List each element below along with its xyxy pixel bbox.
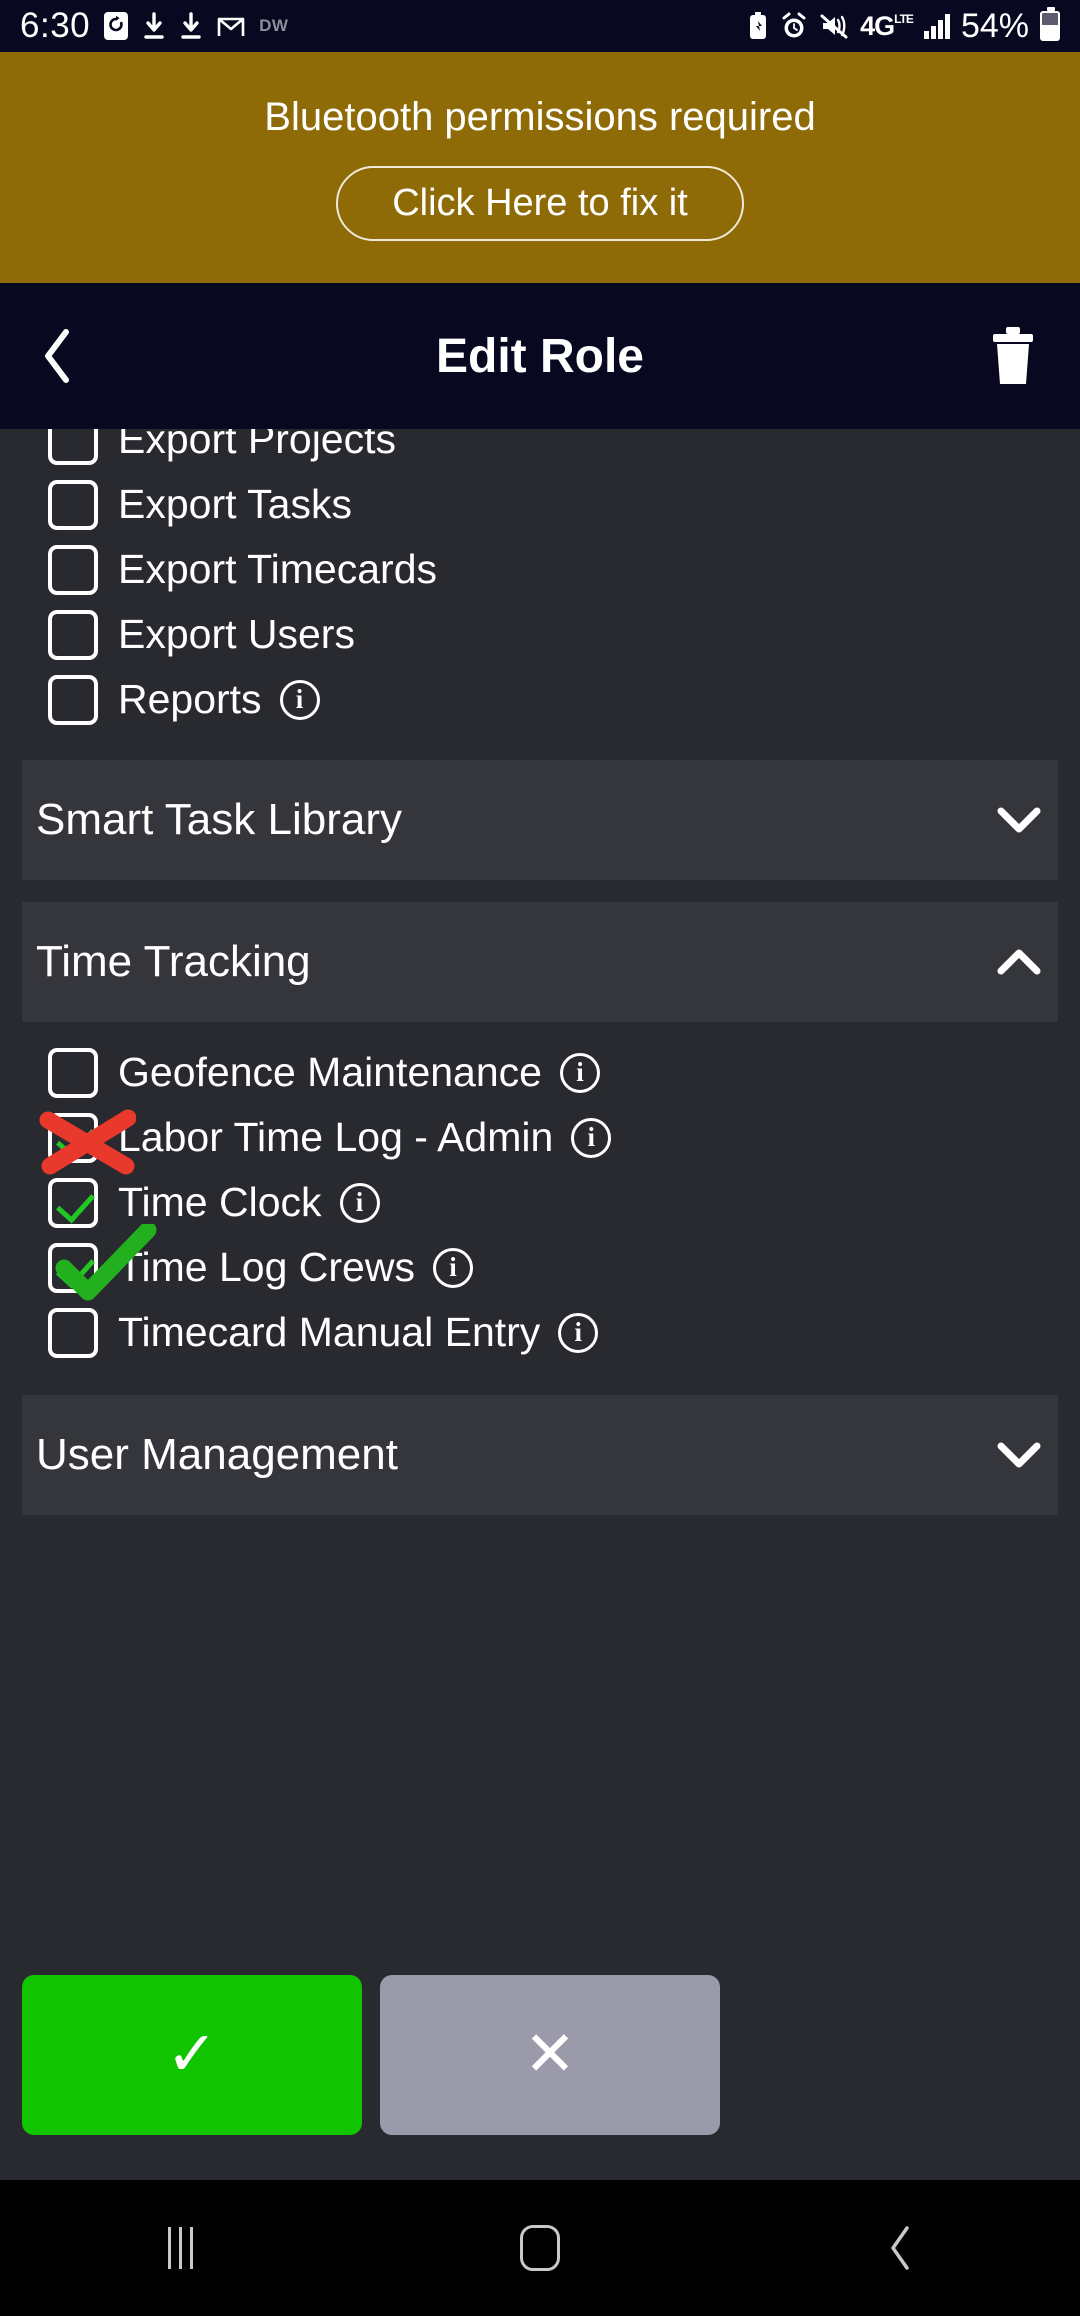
permission-label: Labor Time Log - Admin — [118, 1114, 554, 1160]
permission-label: Reports — [118, 676, 262, 722]
back-icon[interactable] — [800, 2180, 1000, 2316]
section-title: Time Tracking — [36, 937, 311, 986]
checkbox-timecard-manual-entry[interactable] — [48, 1307, 98, 1358]
info-icon[interactable]: i — [558, 1312, 599, 1353]
permission-label: Export Projects — [118, 429, 396, 462]
vibrate-mute-icon — [819, 12, 849, 40]
section-title: Smart Task Library — [36, 795, 402, 844]
download-arrow-icon — [142, 11, 166, 41]
status-bar: 6:30 DW 4G LTE 54% — [0, 0, 1080, 52]
info-icon[interactable]: i — [432, 1247, 473, 1288]
checkbox-reports[interactable] — [48, 674, 98, 725]
permission-row-time-log-crews[interactable]: Time Log Crews i — [0, 1235, 1080, 1300]
permission-label: Geofence Maintenance — [118, 1049, 542, 1095]
save-button[interactable]: ✓ — [22, 1975, 362, 2135]
permission-label: Export Users — [118, 611, 355, 657]
permission-label: Timecard Manual Entry — [118, 1309, 541, 1355]
back-chevron-icon[interactable] — [40, 328, 74, 384]
chevron-down-icon[interactable] — [996, 797, 1042, 843]
permission-row-export-tasks[interactable]: Export Tasks — [0, 472, 1080, 537]
checkbox-export-users[interactable] — [48, 609, 98, 660]
dw-badge-icon: DW — [259, 16, 289, 35]
permission-row-timecard-manual-entry[interactable]: Timecard Manual Entry i — [0, 1300, 1080, 1365]
permission-row-export-projects[interactable]: Export Projects — [0, 429, 1080, 472]
download-arrow-icon — [179, 11, 203, 41]
page-title: Edit Role — [435, 329, 644, 383]
status-bar-left: 6:30 DW — [20, 6, 288, 46]
permission-row-export-users[interactable]: Export Users — [0, 602, 1080, 667]
checkbox-geofence-maintenance[interactable] — [48, 1047, 98, 1098]
check-icon: ✓ — [166, 2020, 218, 2089]
alarm-icon — [780, 12, 808, 40]
checkbox-labor-time-log-admin[interactable] — [48, 1112, 98, 1163]
close-icon: ✕ — [524, 2020, 576, 2089]
info-icon[interactable]: i — [279, 679, 320, 720]
android-nav-bar — [0, 2180, 1080, 2316]
status-bar-clock: 6:30 — [20, 6, 91, 45]
home-icon[interactable] — [440, 2180, 640, 2316]
battery-saver-icon — [747, 11, 769, 41]
permission-label: Export Tasks — [118, 481, 352, 527]
chevron-down-icon[interactable] — [996, 1432, 1042, 1478]
permission-row-labor-time-log-admin[interactable]: Labor Time Log - Admin i — [0, 1105, 1080, 1170]
info-icon[interactable]: i — [559, 1052, 600, 1093]
recents-icon[interactable] — [80, 2180, 280, 2316]
status-bar-right: 4G LTE 54% — [747, 7, 1060, 46]
battery-icon — [1040, 7, 1060, 41]
gmail-icon — [216, 12, 246, 40]
permissions-scroll-area[interactable]: Export Projects Export Tasks Export Time… — [0, 429, 1080, 1938]
trash-icon[interactable] — [986, 325, 1040, 387]
fix-permissions-button[interactable]: Click Here to fix it — [336, 165, 744, 241]
permission-label: Time Log Crews — [118, 1244, 415, 1290]
permission-row-export-timecards[interactable]: Export Timecards — [0, 537, 1080, 602]
export-permission-list: Export Projects Export Tasks Export Time… — [0, 429, 1080, 732]
banner-message: Bluetooth permissions required — [264, 94, 816, 139]
signal-bars-icon — [923, 13, 950, 39]
permission-label: Time Clock — [118, 1179, 322, 1225]
checkbox-time-clock[interactable] — [48, 1177, 98, 1228]
section-header-user-management[interactable]: User Management — [22, 1395, 1058, 1515]
section-title: User Management — [36, 1430, 398, 1479]
phone-screen: 6:30 DW 4G LTE 54% Bluetooth permissions… — [0, 0, 1080, 2316]
info-icon[interactable]: i — [339, 1182, 380, 1223]
bottom-padding — [0, 2135, 1080, 2180]
app-bar: Edit Role — [0, 283, 1080, 429]
checkbox-export-projects[interactable] — [48, 429, 98, 465]
action-bar: ✓ ✕ — [0, 1975, 1080, 2135]
permission-row-reports[interactable]: Reports i — [0, 667, 1080, 732]
permission-row-time-clock[interactable]: Time Clock i — [0, 1170, 1080, 1235]
section-header-smart-task-library[interactable]: Smart Task Library — [22, 760, 1058, 880]
cancel-button[interactable]: ✕ — [380, 1975, 720, 2135]
info-icon[interactable]: i — [571, 1117, 612, 1158]
battery-percent-label: 54% — [960, 6, 1029, 45]
section-header-time-tracking[interactable]: Time Tracking — [22, 902, 1058, 1022]
checkbox-time-log-crews[interactable] — [48, 1242, 98, 1293]
network-type-label: 4G LTE — [860, 10, 914, 41]
time-tracking-permission-list: Geofence Maintenance i Labor Time Log - … — [0, 1040, 1080, 1365]
checkbox-export-timecards[interactable] — [48, 544, 98, 595]
chevron-up-icon[interactable] — [996, 939, 1042, 985]
permission-label: Export Timecards — [118, 546, 437, 592]
sync-badge-icon — [103, 11, 129, 41]
bluetooth-permission-banner: Bluetooth permissions required Click Her… — [0, 52, 1080, 283]
checkbox-export-tasks[interactable] — [48, 479, 98, 530]
permission-row-geofence-maintenance[interactable]: Geofence Maintenance i — [0, 1040, 1080, 1105]
